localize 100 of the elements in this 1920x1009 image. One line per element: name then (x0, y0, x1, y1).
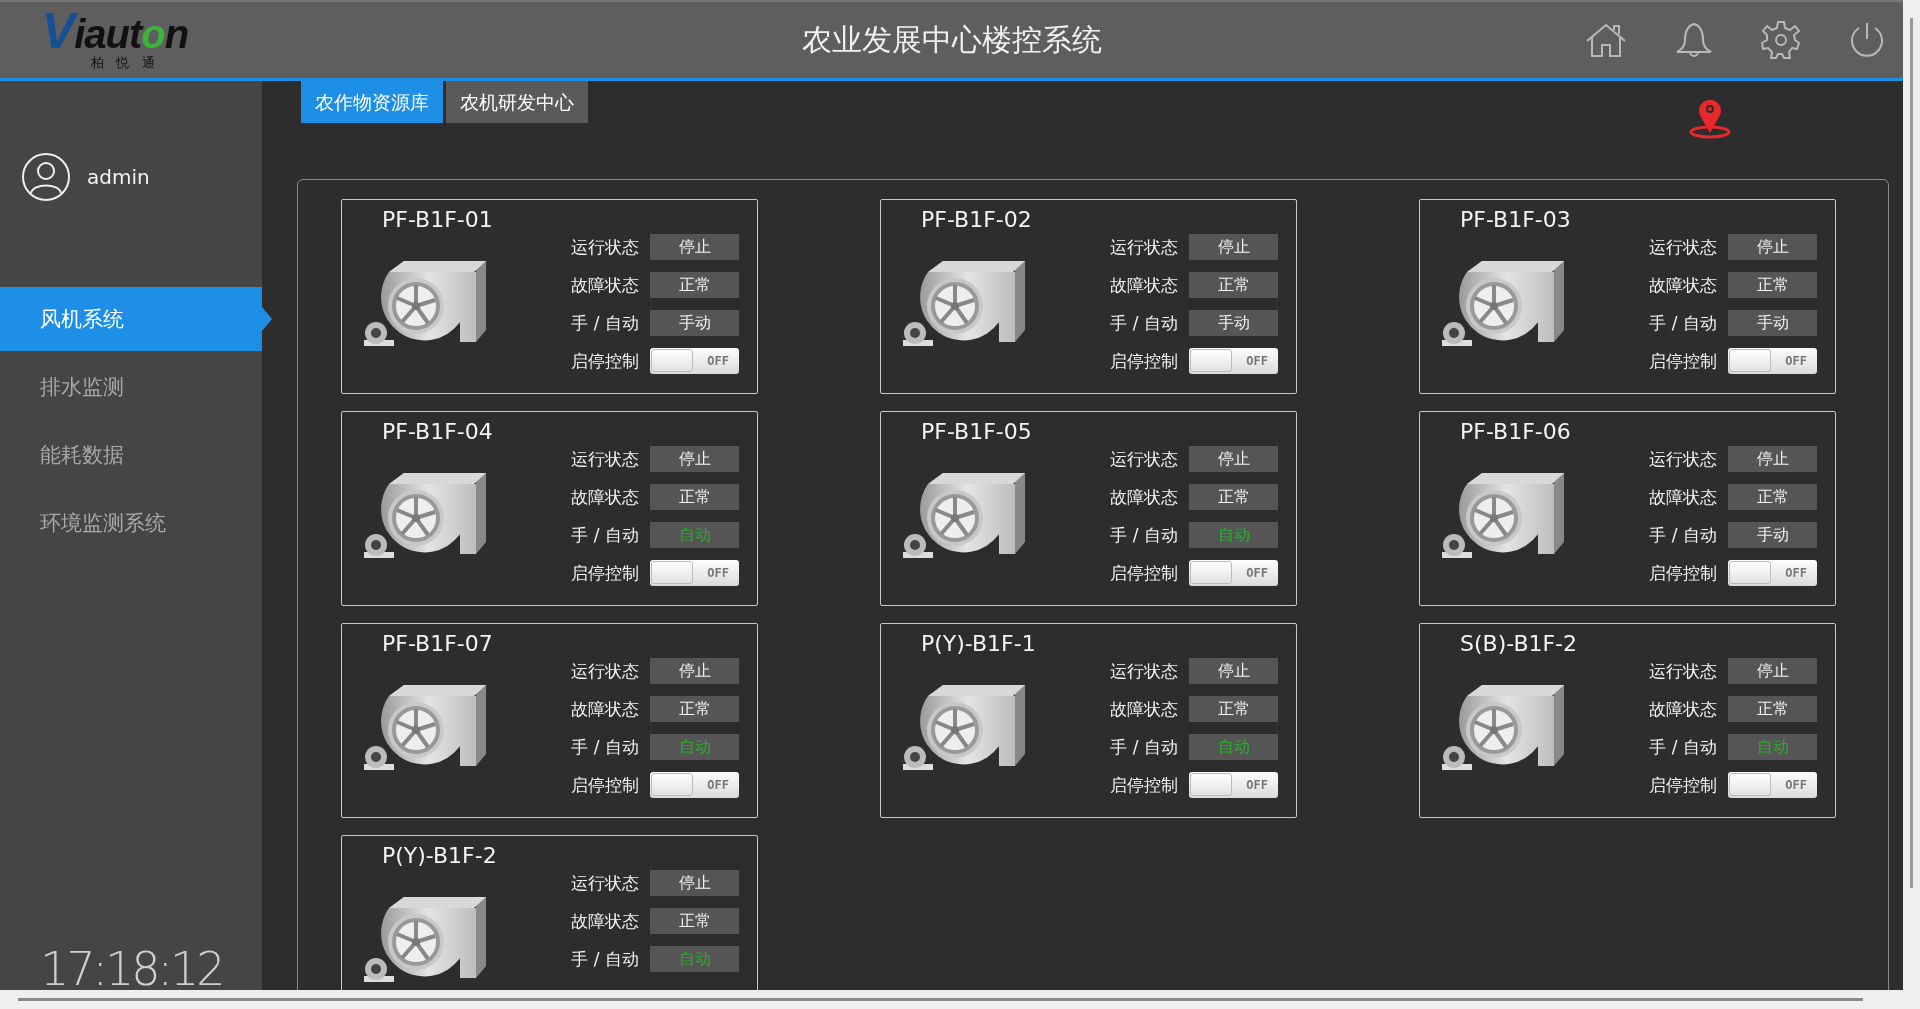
status-value: 自动 (650, 946, 739, 972)
avatar-icon (21, 152, 71, 202)
field-label: 故障状态 (571, 697, 639, 721)
device-name: PF-B1F-02 (920, 206, 1033, 234)
field-label: 运行状态 (1649, 659, 1717, 683)
logo-wordmark: Viauton (41, 10, 189, 55)
status-value: 手动 (1189, 310, 1278, 336)
field-label: 运行状态 (1110, 659, 1178, 683)
field-label: 故障状态 (1649, 485, 1717, 509)
device-name: S(B)-B1F-2 (1459, 630, 1579, 658)
status-value: 停止 (1189, 658, 1278, 684)
toggle-switch[interactable]: OFF (1189, 772, 1278, 798)
toggle-switch[interactable]: OFF (650, 560, 739, 586)
status-value: 正常 (650, 484, 739, 510)
field-label: 启停控制 (1649, 773, 1717, 797)
field-label: 运行状态 (571, 235, 639, 259)
status-value: 正常 (1189, 272, 1278, 298)
status-value: 正常 (650, 908, 739, 934)
toggle-switch[interactable]: OFF (1728, 772, 1817, 798)
field-label: 故障状态 (1110, 273, 1178, 297)
status-value: 手动 (1728, 310, 1817, 336)
status-value: 停止 (1728, 658, 1817, 684)
field-label: 启停控制 (571, 349, 639, 373)
toggle-switch[interactable]: OFF (1189, 560, 1278, 586)
field-label: 手 / 自动 (571, 311, 639, 335)
status-value: 自动 (1728, 734, 1817, 760)
status-value: 手动 (650, 310, 739, 336)
status-value: 停止 (1189, 234, 1278, 260)
device-name: PF-B1F-05 (920, 418, 1033, 446)
power-icon[interactable] (1849, 22, 1885, 58)
field-label: 启停控制 (1110, 349, 1178, 373)
field-label: 手 / 自动 (571, 735, 639, 759)
window-title: 农业发展中心楼控系统 (801, 20, 1102, 59)
device-name: PF-B1F-04 (381, 418, 494, 446)
location-pin-icon[interactable] (1689, 97, 1731, 141)
toggle-switch[interactable]: OFF (1189, 348, 1278, 374)
device-name: PF-B1F-03 (1459, 206, 1572, 234)
field-label: 手 / 自动 (1110, 735, 1178, 759)
field-label: 故障状态 (1649, 273, 1717, 297)
sidebar-item[interactable]: 环境监测系统 (0, 491, 262, 555)
status-value: 自动 (650, 734, 739, 760)
status-value: 停止 (1189, 446, 1278, 472)
sidebar-item[interactable]: 能耗数据 (0, 423, 262, 487)
field-label: 手 / 自动 (1110, 311, 1178, 335)
settings-icon[interactable] (1761, 20, 1801, 60)
field-label: 手 / 自动 (1649, 311, 1717, 335)
field-label: 运行状态 (571, 447, 639, 471)
field-label: 故障状态 (1649, 697, 1717, 721)
field-label: 手 / 自动 (1110, 523, 1178, 547)
device-name: PF-B1F-06 (1459, 418, 1572, 446)
status-value: 自动 (1189, 522, 1278, 548)
field-label: 启停控制 (571, 561, 639, 585)
field-label: 手 / 自动 (1649, 523, 1717, 547)
field-label: 运行状态 (571, 871, 639, 895)
clock: 17:18:12 (39, 942, 224, 990)
field-label: 运行状态 (1110, 235, 1178, 259)
toggle-switch[interactable]: OFF (650, 772, 739, 798)
device-name: P(Y)-B1F-1 (920, 630, 1037, 658)
field-label: 运行状态 (1110, 447, 1178, 471)
field-label: 故障状态 (571, 909, 639, 933)
field-label: 启停控制 (1649, 349, 1717, 373)
status-value: 自动 (650, 522, 739, 548)
home-icon[interactable] (1585, 23, 1627, 57)
status-value: 停止 (650, 234, 739, 260)
status-value: 自动 (1189, 734, 1278, 760)
field-label: 故障状态 (1110, 697, 1178, 721)
field-label: 启停控制 (1110, 561, 1178, 585)
toggle-switch[interactable]: OFF (1728, 348, 1817, 374)
field-label: 手 / 自动 (571, 947, 639, 971)
status-value: 正常 (650, 696, 739, 722)
field-label: 运行状态 (571, 659, 639, 683)
status-value: 正常 (1728, 484, 1817, 510)
tab[interactable]: 农机研发中心 (446, 81, 588, 123)
sidebar-item[interactable]: 排水监测 (0, 355, 262, 419)
field-label: 运行状态 (1649, 235, 1717, 259)
status-value: 正常 (1189, 484, 1278, 510)
field-label: 故障状态 (571, 485, 639, 509)
field-label: 启停控制 (571, 773, 639, 797)
status-value: 停止 (650, 658, 739, 684)
status-value: 手动 (1728, 522, 1817, 548)
device-name: PF-B1F-07 (381, 630, 494, 658)
toggle-switch[interactable]: OFF (650, 348, 739, 374)
tab[interactable]: 农作物资源库 (301, 81, 443, 123)
field-label: 手 / 自动 (571, 523, 639, 547)
field-label: 手 / 自动 (1649, 735, 1717, 759)
field-label: 启停控制 (1649, 561, 1717, 585)
status-value: 正常 (1728, 272, 1817, 298)
field-label: 故障状态 (1110, 485, 1178, 509)
sidebar-item[interactable]: 风机系统 (0, 287, 262, 351)
status-value: 停止 (1728, 446, 1817, 472)
device-name: P(Y)-B1F-2 (381, 842, 498, 870)
field-label: 运行状态 (1649, 447, 1717, 471)
status-value: 正常 (1189, 696, 1278, 722)
bell-icon[interactable] (1675, 22, 1713, 58)
user-name: admin (87, 165, 150, 189)
logo-subtitle: 柏 悦 通 (91, 55, 159, 70)
toggle-switch[interactable]: OFF (1728, 560, 1817, 586)
field-label: 故障状态 (571, 273, 639, 297)
device-name: PF-B1F-01 (381, 206, 494, 234)
field-label: 启停控制 (1110, 773, 1178, 797)
